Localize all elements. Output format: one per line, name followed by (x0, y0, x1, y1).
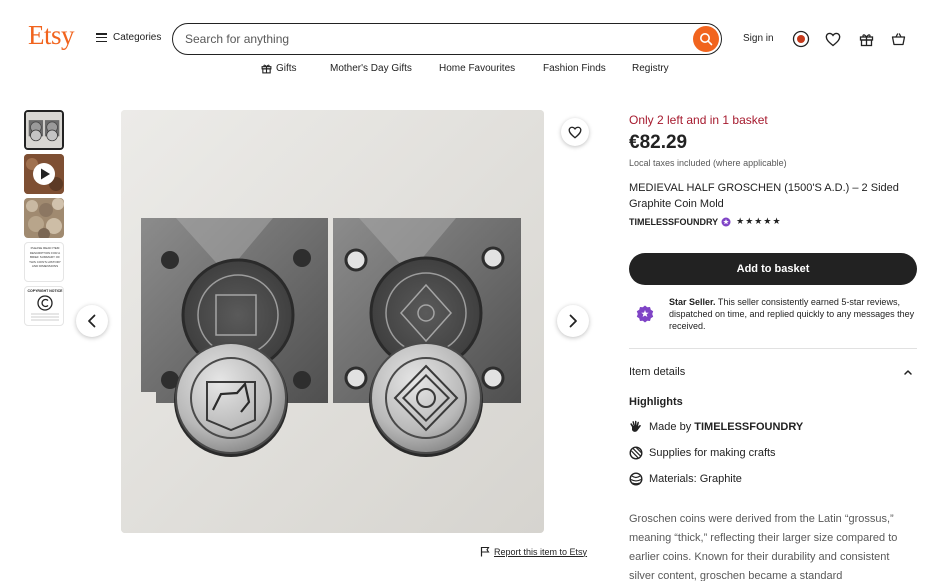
search-button[interactable] (693, 26, 719, 52)
thumbnail-5[interactable]: COPYRIGHT NOTICE (24, 286, 64, 326)
categories-button[interactable]: Categories (96, 32, 161, 43)
chevron-up-icon (904, 370, 912, 375)
coins-pile-thumbnail (24, 198, 64, 238)
made-by-text: Made by TIMELESSFOUNDRY (649, 421, 803, 433)
gift-icon (859, 33, 873, 46)
product-title: MEDIEVAL HALF GROSCHEN (1500'S A.D.) – 2… (629, 182, 899, 210)
item-details-toggle[interactable]: Item details (629, 366, 917, 378)
made-by-row: Made by TIMELESSFOUNDRY (629, 420, 803, 434)
nav-fashion-finds[interactable]: Fashion Finds (543, 63, 606, 74)
nav-home-favourites[interactable]: Home Favourites (439, 63, 515, 74)
yarn-icon (629, 446, 643, 460)
chevron-left-icon (88, 314, 96, 328)
etsy-logo[interactable]: Etsy (28, 22, 75, 49)
gift-icon (261, 64, 272, 74)
coin-mold-photo (121, 110, 544, 533)
target-icon (792, 30, 810, 48)
made-by-prefix: Made by (649, 421, 695, 433)
star-seller-icon (636, 305, 654, 323)
item-description: Groschen coins were derived from the Lat… (629, 513, 898, 581)
materials-text: Materials: Graphite (649, 473, 742, 485)
shop-name-link[interactable]: TIMELESSFOUNDRY (629, 217, 718, 227)
heart-icon (568, 126, 582, 139)
materials-row: Materials: Graphite (629, 472, 742, 486)
site-header: Etsy Categories Sign in (0, 0, 943, 60)
product-image (121, 110, 544, 533)
tax-note: Local taxes included (where applicable) (629, 158, 787, 168)
basket-icon (891, 33, 905, 46)
price: €82.29 (629, 132, 688, 153)
deals-button[interactable] (792, 30, 810, 48)
nav-registry[interactable]: Registry (632, 63, 669, 74)
section-divider (629, 348, 917, 349)
star-seller-badge-icon (721, 217, 731, 226)
gift-button[interactable] (857, 30, 875, 48)
sign-in-link[interactable]: Sign in (743, 33, 774, 44)
hand-icon (630, 420, 641, 432)
thumbnail-1[interactable] (24, 110, 64, 150)
chevron-right-icon (569, 314, 577, 328)
star-seller-label: Star Seller. (669, 297, 716, 307)
supplies-row: Supplies for making crafts (629, 446, 776, 460)
nav-gifts[interactable]: Gifts (261, 63, 297, 74)
thumbnail-video[interactable] (24, 154, 64, 194)
previous-image-button[interactable] (76, 305, 108, 337)
nav-mothers-day[interactable]: Mother's Day Gifts (330, 63, 412, 74)
thumbnail-4[interactable]: PLEASE READ ITEM DESCRIPTION FOR A BRIEF… (24, 242, 64, 282)
thumbnail-3[interactable] (24, 198, 64, 238)
item-details-heading: Item details (629, 366, 686, 378)
star-seller-text: Star Seller. This seller consistently ea… (669, 296, 917, 332)
heart-icon (825, 32, 841, 46)
video-thumbnail (24, 154, 64, 194)
supplies-text: Supplies for making crafts (649, 447, 776, 459)
category-nav: Gifts Mother's Day Gifts Home Favourites… (0, 63, 943, 79)
thumbnail-text: PLEASE READ ITEM DESCRIPTION FOR A BRIEF… (29, 246, 61, 268)
basket-button[interactable] (889, 30, 907, 48)
stock-notice: Only 2 left and in 1 basket (629, 113, 768, 127)
menu-icon (96, 33, 107, 42)
search-input[interactable] (185, 30, 685, 48)
flag-icon (480, 546, 490, 557)
add-to-basket-button[interactable]: Add to basket (629, 253, 917, 285)
search-bar (172, 23, 722, 55)
made-by-shop[interactable]: TIMELESSFOUNDRY (694, 421, 803, 433)
report-item-link[interactable]: Report this item to Etsy (480, 546, 587, 557)
highlights-heading: Highlights (629, 396, 683, 408)
categories-label: Categories (113, 32, 162, 43)
search-icon (700, 33, 713, 46)
materials-icon (629, 472, 643, 486)
nav-gifts-label: Gifts (276, 63, 297, 74)
favourite-item-button[interactable] (561, 118, 589, 146)
report-item-label: Report this item to Etsy (494, 546, 588, 557)
seller-info: TIMELESSFOUNDRY ★★★★★ (629, 216, 782, 227)
coin-mold-thumbnail (26, 112, 62, 148)
rating-stars[interactable]: ★★★★★ (736, 216, 781, 227)
copyright-icon (31, 295, 59, 321)
favourites-button[interactable] (824, 30, 842, 48)
next-image-button[interactable] (557, 305, 589, 337)
